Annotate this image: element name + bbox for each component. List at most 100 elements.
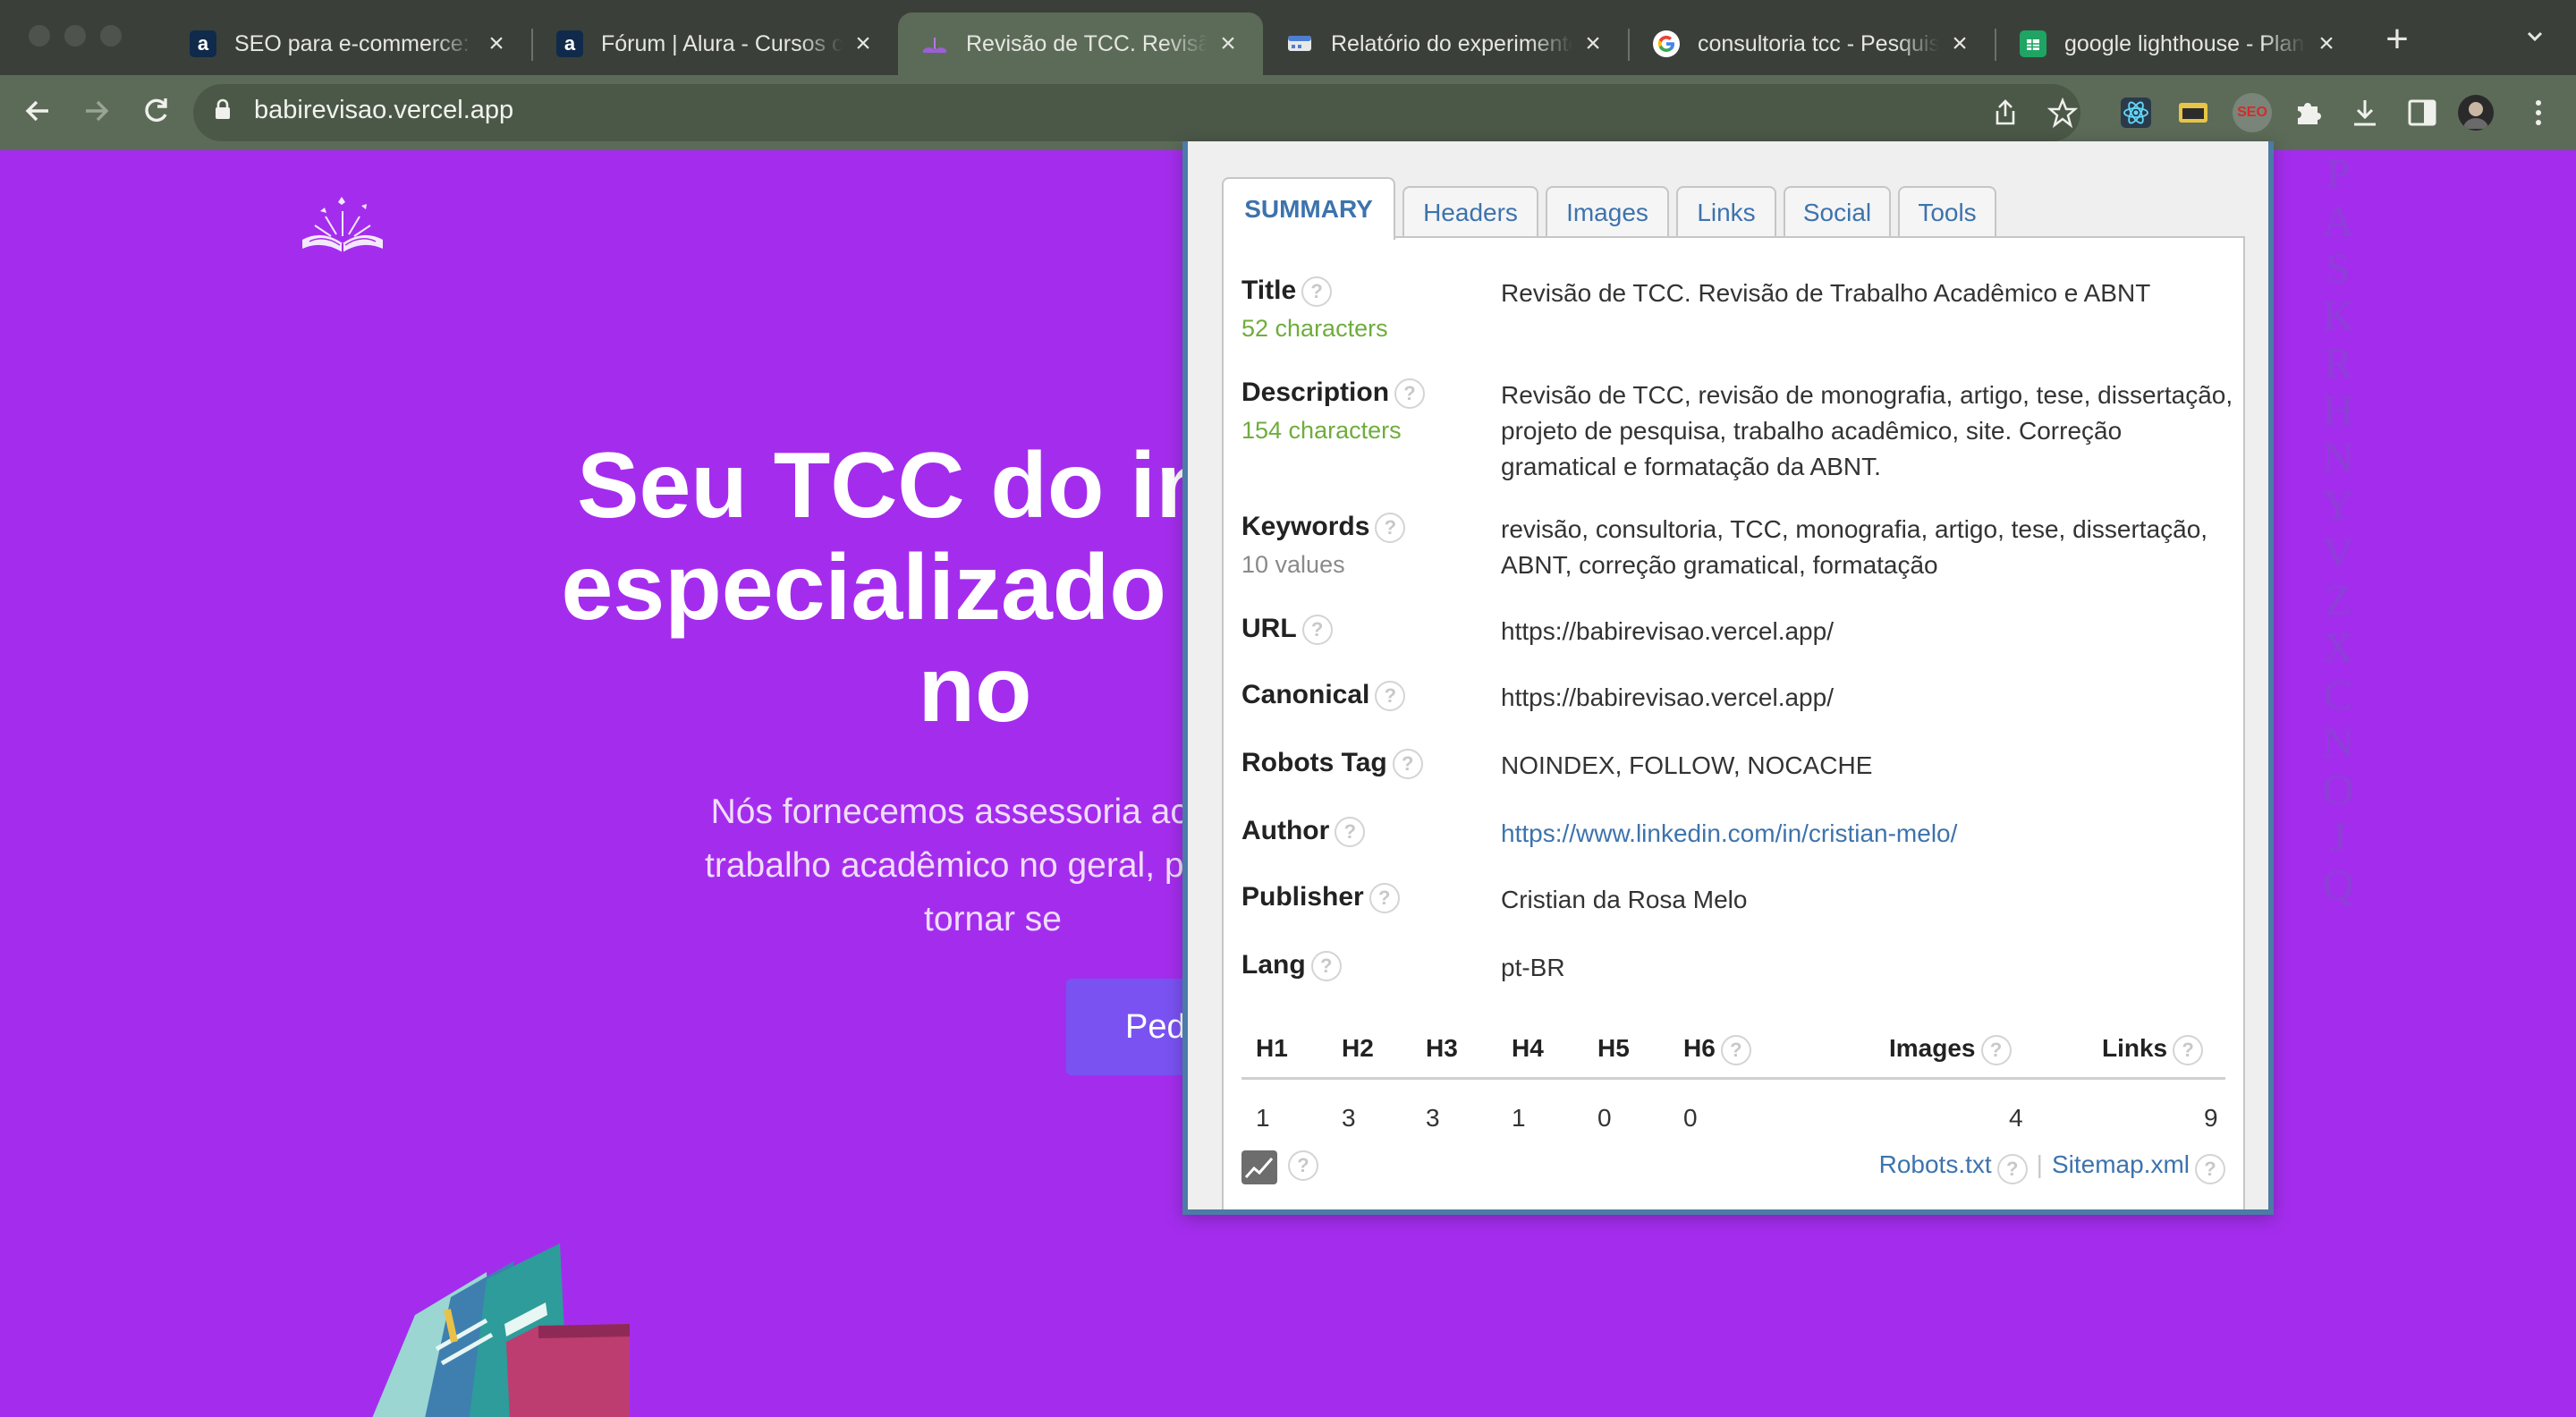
close-tab-icon[interactable]: ×	[1215, 29, 1241, 59]
side-panel-icon[interactable]	[2404, 95, 2440, 131]
address-url[interactable]: babirevisao.vercel.app	[254, 96, 513, 125]
row-label: Description?	[1241, 378, 1426, 410]
decorative-letter: Z	[2325, 577, 2351, 624]
help-icon[interactable]: ?	[1310, 951, 1342, 982]
row-label: URL?	[1241, 614, 1333, 646]
help-icon[interactable]: ?	[1301, 276, 1333, 308]
site-logo-book-icon[interactable]	[299, 193, 386, 256]
new-tab-button[interactable]: +	[2379, 20, 2415, 59]
popup-footer: ? Robots.txt? | Sitemap.xml?	[1241, 1147, 2225, 1186]
tab-images[interactable]: Images	[1546, 186, 1669, 238]
stat-value-h5: 0	[1597, 1104, 1612, 1132]
tab-title: consultoria tcc - Pesquis	[1698, 30, 1939, 56]
zoom-window-button[interactable]	[100, 25, 122, 47]
canonical-value: https://babirevisao.vercel.app/	[1501, 683, 1834, 711]
forward-arrow-icon[interactable]	[77, 93, 116, 132]
row-label: Robots Tag?	[1241, 748, 1423, 780]
keywords-count: 10 values	[1241, 551, 1345, 578]
help-icon[interactable]: ?	[1335, 817, 1366, 848]
footer-links: Robots.txt? | Sitemap.xml?	[1879, 1150, 2225, 1184]
browser-tab-relatorio[interactable]: Relatório do experimento ×	[1263, 13, 1628, 75]
decorative-letter: J	[2329, 814, 2347, 861]
browser-tab-google-lighthouse[interactable]: google lighthouse - Plan ×	[1996, 13, 2361, 75]
decorative-letter: O	[2322, 767, 2354, 814]
bookmark-star-icon[interactable]	[2045, 95, 2080, 131]
decorative-letter: C	[2323, 672, 2352, 719]
tab-social[interactable]: Social	[1784, 186, 1891, 238]
stat-value-h3: 3	[1426, 1104, 1440, 1132]
browser-tab-forum-alura[interactable]: a Fórum | Alura - Cursos o ×	[533, 13, 898, 75]
description-value: Revisão de TCC, revisão de monografia, a…	[1501, 381, 2233, 480]
help-icon[interactable]: ?	[1996, 1153, 2028, 1184]
decorative-letter: N	[2322, 435, 2354, 482]
row-label: Author?	[1241, 816, 1366, 848]
tab-strip: a SEO para e-commerce: e × a Fórum | Alu…	[0, 0, 2576, 75]
row-label: Title?	[1241, 276, 1333, 308]
help-icon[interactable]: ?	[1288, 1150, 1318, 1181]
tab-headers[interactable]: Headers	[1402, 186, 1538, 238]
decorative-letter: Y	[2322, 482, 2354, 530]
author-link[interactable]: https://www.linkedin.com/in/cristian-mel…	[1501, 819, 1957, 847]
tab-summary[interactable]: SUMMARY	[1222, 177, 1395, 240]
help-icon[interactable]: ?	[1301, 615, 1333, 646]
extensions-puzzle-icon[interactable]	[2290, 95, 2326, 131]
decorative-letter: H	[2322, 387, 2354, 435]
tab-title: Revisão de TCC. Revisão	[966, 30, 1208, 56]
description-length: 154 characters	[1241, 417, 1402, 444]
download-icon[interactable]	[2347, 95, 2383, 131]
close-tab-icon[interactable]: ×	[483, 29, 510, 59]
help-icon[interactable]: ?	[2195, 1153, 2225, 1184]
browser-tab-seo-ecommerce[interactable]: a SEO para e-commerce: e ×	[166, 13, 531, 75]
help-icon[interactable]: ?	[1392, 749, 1423, 780]
tab-links[interactable]: Links	[1676, 186, 1776, 238]
tab-title: google lighthouse - Plan	[2064, 30, 2305, 56]
reload-icon[interactable]	[136, 93, 175, 132]
help-icon[interactable]: ?	[2173, 1034, 2204, 1065]
chart-icon[interactable]	[1241, 1150, 1277, 1184]
close-tab-icon[interactable]: ×	[2313, 29, 2340, 59]
back-arrow-icon[interactable]	[18, 93, 57, 132]
robots-txt-link[interactable]: Robots.txt	[1879, 1150, 1992, 1178]
decorative-letter: Q	[2322, 861, 2354, 909]
share-icon[interactable]	[1987, 95, 2023, 131]
close-tab-icon[interactable]: ×	[1580, 29, 1606, 59]
google-icon	[1653, 30, 1680, 57]
tab-tools[interactable]: Tools	[1898, 186, 1996, 238]
seo-extension-badge: SEO	[2237, 105, 2267, 120]
close-tab-icon[interactable]: ×	[1946, 29, 1973, 59]
extension-folder-icon[interactable]	[2175, 95, 2211, 131]
help-icon[interactable]: ?	[1375, 513, 1406, 544]
seo-extension-icon[interactable]: SEO	[2233, 93, 2272, 132]
close-tab-icon[interactable]: ×	[850, 29, 877, 59]
help-icon[interactable]: ?	[1368, 883, 1400, 914]
tab-title: SEO para e-commerce: e	[234, 30, 476, 56]
help-icon[interactable]: ?	[1980, 1034, 2012, 1065]
tab-title: Relatório do experimento	[1331, 30, 1572, 56]
lock-icon[interactable]	[215, 98, 231, 120]
link-separator: |	[2036, 1150, 2043, 1178]
decorative-letter: X	[2322, 624, 2354, 672]
minimize-window-button[interactable]	[64, 25, 86, 47]
help-icon[interactable]: ?	[1394, 378, 1426, 410]
profile-avatar[interactable]	[2458, 95, 2494, 131]
browser-tab-revisao-tcc[interactable]: Revisão de TCC. Revisão ×	[898, 13, 1263, 75]
stat-header-h5: H5	[1597, 1034, 1630, 1062]
stat-value-h2: 3	[1342, 1104, 1356, 1132]
stat-header-links: Links?	[2102, 1034, 2204, 1065]
browser-tab-consultoria-tcc[interactable]: consultoria tcc - Pesquis ×	[1630, 13, 1995, 75]
help-icon[interactable]: ?	[1720, 1034, 1751, 1065]
stats-divider	[1241, 1077, 2225, 1080]
hero-cta-label: Ped	[1125, 1007, 1186, 1046]
decorative-letter: A	[2322, 198, 2354, 245]
sitemap-xml-link[interactable]: Sitemap.xml	[2052, 1150, 2190, 1178]
book-icon	[921, 30, 948, 57]
url-value: https://babirevisao.vercel.app/	[1501, 617, 1834, 645]
help-icon[interactable]: ?	[1375, 681, 1406, 712]
decorative-letter: K	[2322, 293, 2354, 340]
tab-search-chevron-icon[interactable]	[2519, 23, 2551, 55]
menu-kebab-icon[interactable]	[2521, 95, 2556, 131]
decorative-letter: N	[2322, 719, 2354, 767]
keywords-value: revisão, consultoria, TCC, monografia, a…	[1501, 515, 2208, 579]
close-window-button[interactable]	[29, 25, 50, 47]
react-devtools-icon[interactable]	[2118, 95, 2154, 131]
